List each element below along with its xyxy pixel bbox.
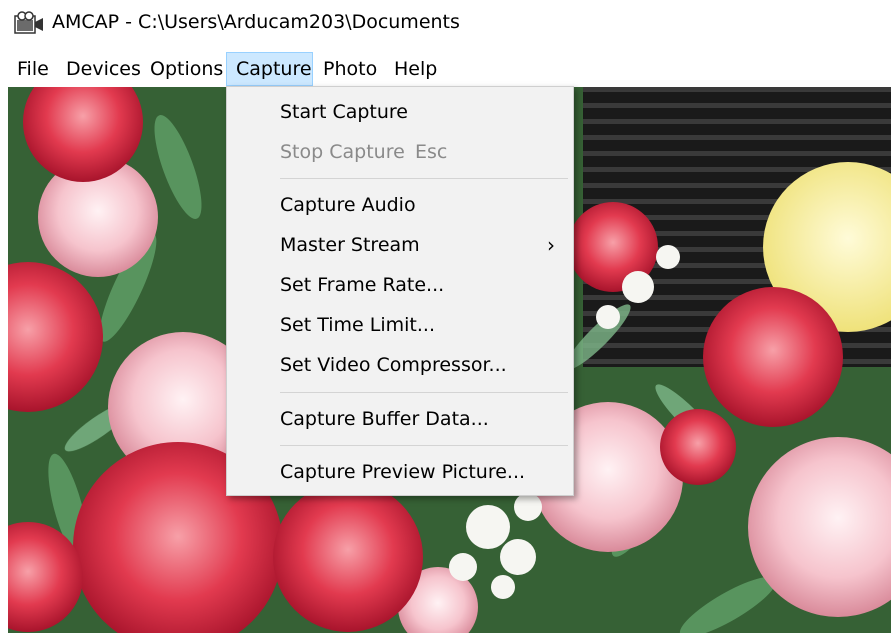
capture-buffer-data-label: Capture Buffer Data...	[280, 408, 489, 430]
menu-file[interactable]: File	[8, 52, 58, 86]
title-bar: AMCAP - C:\Users\Arducam203\Documents	[0, 0, 894, 45]
menu-separator	[280, 445, 568, 446]
submenu-chevron-right-icon: ›	[547, 233, 555, 257]
menu-separator	[280, 392, 568, 393]
capture-buffer-data-item[interactable]: Capture Buffer Data...	[227, 399, 573, 439]
capture-dropdown-menu: Start Capture Stop Capture Esc Capture A…	[226, 86, 574, 496]
menu-bar: File Devices Options Capture Photo Help	[0, 52, 894, 86]
master-stream-label: Master Stream	[280, 234, 420, 256]
stop-capture-item: Stop Capture Esc	[227, 132, 573, 172]
capture-preview-picture-label: Capture Preview Picture...	[280, 461, 526, 483]
menu-separator	[280, 178, 568, 179]
capture-audio-label: Capture Audio	[280, 194, 416, 216]
set-time-limit-item[interactable]: Set Time Limit...	[227, 305, 573, 345]
stop-capture-label: Stop Capture	[280, 141, 405, 163]
start-capture-item[interactable]: Start Capture	[227, 92, 573, 132]
set-frame-rate-label: Set Frame Rate...	[280, 274, 445, 296]
camera-app-icon	[14, 11, 43, 34]
set-video-compressor-item[interactable]: Set Video Compressor...	[227, 345, 573, 385]
window-title: AMCAP - C:\Users\Arducam203\Documents	[52, 11, 460, 33]
menu-devices[interactable]: Devices	[57, 52, 150, 86]
master-stream-item[interactable]: Master Stream ›	[227, 225, 573, 265]
menu-options[interactable]: Options	[141, 52, 232, 86]
menu-help[interactable]: Help	[385, 52, 446, 86]
start-capture-label: Start Capture	[280, 101, 408, 123]
menu-photo[interactable]: Photo	[314, 52, 386, 86]
capture-audio-item[interactable]: Capture Audio	[227, 185, 573, 225]
stop-capture-shortcut: Esc	[415, 141, 448, 163]
capture-preview-picture-item[interactable]: Capture Preview Picture...	[227, 452, 573, 492]
set-frame-rate-item[interactable]: Set Frame Rate...	[227, 265, 573, 305]
menu-capture[interactable]: Capture	[226, 52, 313, 86]
set-video-compressor-label: Set Video Compressor...	[280, 354, 507, 376]
set-time-limit-label: Set Time Limit...	[280, 314, 435, 336]
